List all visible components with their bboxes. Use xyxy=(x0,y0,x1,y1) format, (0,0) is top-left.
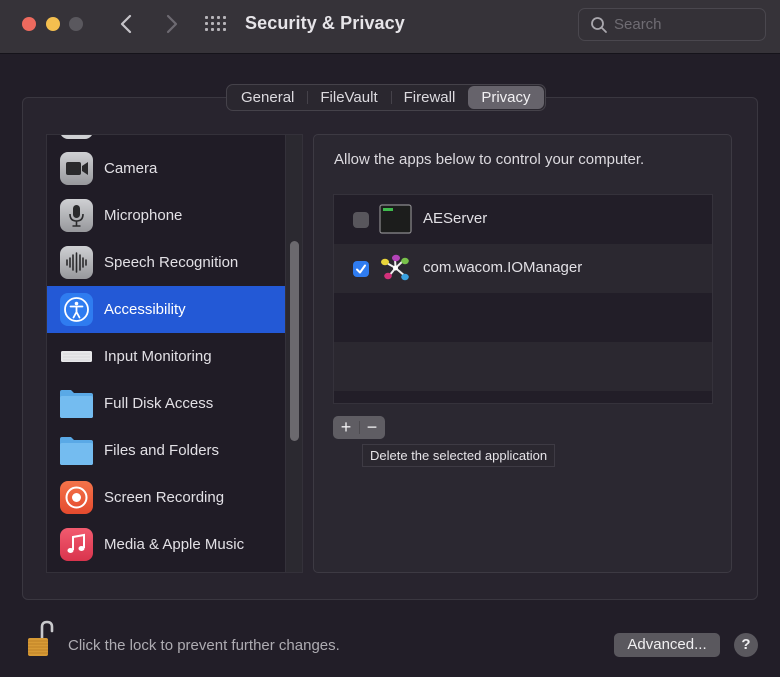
list-item-media-apple-music[interactable]: Media & Apple Music xyxy=(47,521,285,568)
detail-description: Allow the apps below to control your com… xyxy=(334,151,645,168)
add-remove-control: + − xyxy=(333,416,385,439)
empty-row xyxy=(334,293,712,342)
keyboard-icon xyxy=(60,340,93,373)
checkmark-icon xyxy=(356,264,366,274)
list-item-screen-recording[interactable]: Screen Recording xyxy=(47,474,285,521)
list-scrollbar[interactable] xyxy=(285,135,302,572)
app-name: com.wacom.IOManager xyxy=(423,259,583,276)
accessibility-icon xyxy=(60,293,93,326)
remove-app-button[interactable]: − xyxy=(359,416,385,439)
app-checkbox-wacom-iomanager[interactable] xyxy=(353,261,369,277)
list-item-label: Input Monitoring xyxy=(104,348,212,365)
privacy-category-list[interactable]: Camera Microphone Speech Recognition Acc… xyxy=(46,134,303,573)
list-item-accessibility[interactable]: Accessibility xyxy=(47,286,285,333)
chevron-right-icon xyxy=(166,14,178,34)
folder-icon xyxy=(60,387,93,420)
list-item-label: Full Disk Access xyxy=(104,395,214,412)
app-checkbox-aeserver[interactable] xyxy=(353,212,369,228)
help-button[interactable]: ? xyxy=(734,633,758,657)
empty-row xyxy=(334,342,712,391)
terminal-exec-icon xyxy=(379,204,412,234)
list-item-speech-recognition[interactable]: Speech Recognition xyxy=(47,239,285,286)
list-item-label: Accessibility xyxy=(104,301,186,318)
app-row-wacom-iomanager[interactable]: com.wacom.IOManager xyxy=(334,244,712,293)
app-row-aeserver[interactable]: AEServer xyxy=(334,195,712,244)
title-bar: Security & Privacy xyxy=(0,0,780,54)
unlocked-padlock-icon[interactable] xyxy=(26,620,56,658)
search-field[interactable] xyxy=(578,8,766,41)
partial-list-item-icon xyxy=(60,135,93,139)
add-app-button[interactable]: + xyxy=(333,416,359,439)
tab-filevault[interactable]: FileVault xyxy=(307,86,390,109)
search-input[interactable] xyxy=(614,9,759,40)
screen-recording-icon xyxy=(60,481,93,514)
detail-panel: Allow the apps below to control your com… xyxy=(313,134,732,573)
chevron-left-icon xyxy=(120,14,132,34)
tab-bar: General FileVault Firewall Privacy xyxy=(226,84,546,111)
list-item-microphone[interactable]: Microphone xyxy=(47,192,285,239)
folder-icon xyxy=(60,434,93,467)
list-item-label: Microphone xyxy=(104,207,183,224)
list-item-input-monitoring[interactable]: Input Monitoring xyxy=(47,333,285,380)
tab-firewall[interactable]: Firewall xyxy=(390,86,469,109)
list-item-label: Screen Recording xyxy=(104,489,225,506)
search-icon xyxy=(591,17,607,33)
scrollbar-thumb[interactable] xyxy=(290,241,299,441)
list-item-files-and-folders[interactable]: Files and Folders xyxy=(47,427,285,474)
show-all-button[interactable] xyxy=(205,16,227,32)
list-item-label: Camera xyxy=(104,160,158,177)
security-privacy-window: Security & Privacy General FileVault Fir… xyxy=(0,0,780,677)
list-item-full-disk-access[interactable]: Full Disk Access xyxy=(47,380,285,427)
minimize-window-button[interactable] xyxy=(46,17,60,31)
window-title: Security & Privacy xyxy=(245,13,405,33)
list-item-label: Files and Folders xyxy=(104,442,220,459)
back-button[interactable] xyxy=(117,12,137,36)
list-item-label: Media & Apple Music xyxy=(104,536,245,553)
speech-recognition-icon xyxy=(60,246,93,279)
list-item-camera[interactable]: Camera xyxy=(47,145,285,192)
advanced-button[interactable]: Advanced... xyxy=(614,633,720,657)
zoom-window-button[interactable] xyxy=(69,17,83,31)
music-icon xyxy=(60,528,93,561)
tooltip: Delete the selected application xyxy=(362,444,556,467)
camera-icon xyxy=(60,152,93,185)
app-name: AEServer xyxy=(423,210,488,227)
app-list[interactable]: AEServer com.wacom.IOManager xyxy=(333,194,713,404)
close-window-button[interactable] xyxy=(22,17,36,31)
tab-privacy[interactable]: Privacy xyxy=(468,86,544,109)
list-item-label: Speech Recognition xyxy=(104,254,239,271)
lock-status-text: Click the lock to prevent further change… xyxy=(68,637,340,654)
tab-general[interactable]: General xyxy=(228,86,307,109)
wacom-icon xyxy=(379,253,412,283)
forward-button[interactable] xyxy=(161,12,181,36)
microphone-icon xyxy=(60,199,93,232)
